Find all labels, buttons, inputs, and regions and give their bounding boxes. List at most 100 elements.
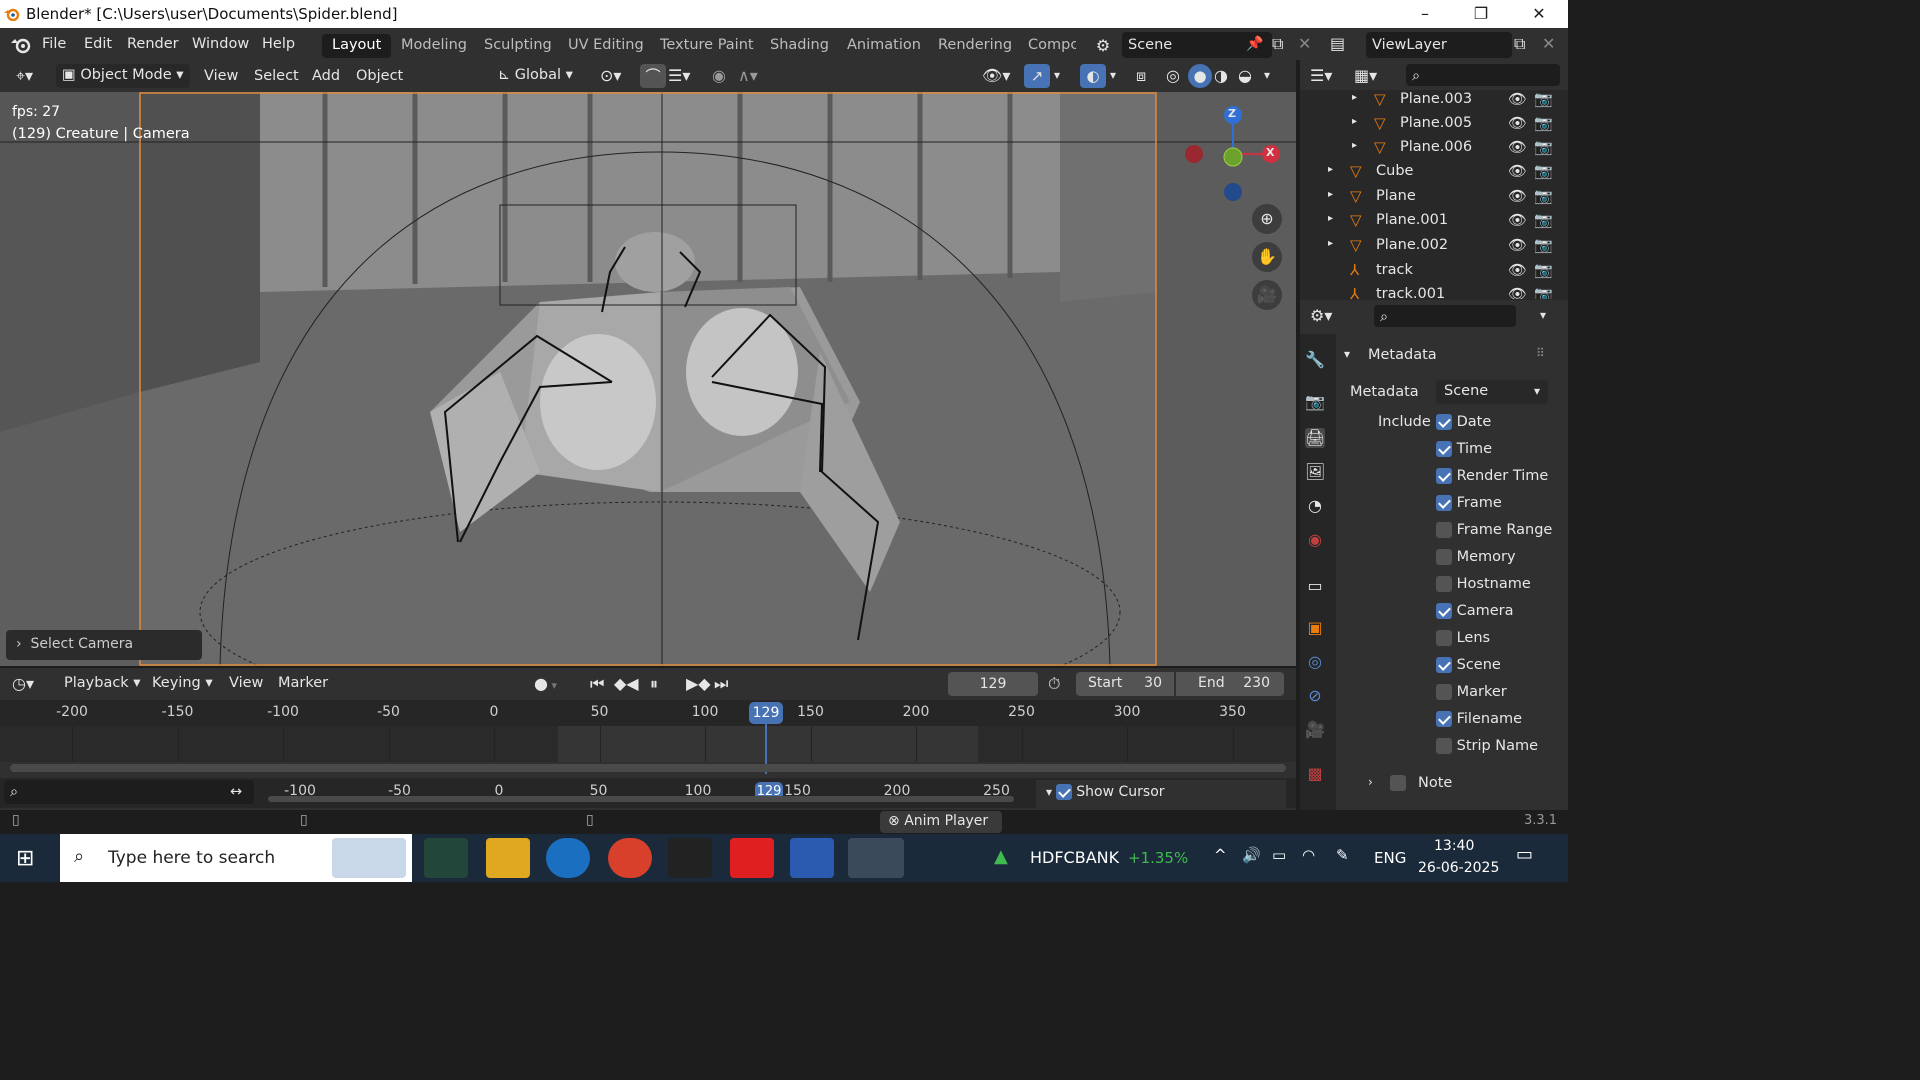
taskbar-search-box[interactable]: ⌕ Type here to search (60, 834, 412, 882)
next-keyframe-icon[interactable]: ▶◆ (686, 674, 711, 693)
eye-icon[interactable]: 👁 (1508, 114, 1527, 132)
zoom-icon[interactable]: ⊕ (1252, 204, 1282, 234)
menu-file[interactable]: File (42, 36, 66, 52)
lower-scrollbar[interactable] (268, 796, 1014, 802)
data-tab-icon[interactable]: 🎥 (1305, 720, 1325, 740)
blender-menu-icon[interactable] (10, 35, 32, 55)
close-window-button[interactable]: ✕ (1510, 0, 1568, 28)
blender-taskbar-icon[interactable] (848, 838, 904, 878)
chevron-right-icon[interactable]: ▸ (1328, 189, 1333, 200)
timeline-filter-input[interactable]: ⌕ ↔ (4, 780, 254, 804)
include-checkbox[interactable] (1436, 522, 1452, 538)
prev-keyframe-icon[interactable]: ◆◀ (614, 674, 639, 693)
outliner-row[interactable]: ▸ ▽ Plane 👁 📷 (1300, 185, 1560, 209)
show-cursor-option[interactable]: ▾ Show Cursor (1036, 780, 1286, 808)
start-frame-field[interactable]: Start 30 (1076, 672, 1174, 696)
pen-icon[interactable]: ✎ (1336, 846, 1349, 864)
camera-render-icon[interactable]: 📷 (1534, 211, 1553, 229)
constraints-tab-icon[interactable]: ⊘ (1305, 686, 1325, 706)
include-checkbox[interactable] (1436, 549, 1452, 565)
include-checkbox[interactable] (1436, 657, 1452, 673)
timeline-menu-keying[interactable]: Keying ▾ (152, 675, 213, 691)
chevron-right-icon[interactable]: ▸ (1328, 238, 1333, 249)
include-checkbox[interactable] (1436, 468, 1452, 484)
outliner-row[interactable]: ▸ ▽ Plane.005 👁 📷 (1300, 112, 1560, 136)
camera-render-icon[interactable]: 📷 (1534, 114, 1553, 132)
scene-tab-icon[interactable]: ◔ (1305, 496, 1325, 516)
include-option[interactable]: Strip Name (1436, 738, 1556, 760)
tray-chevron-up-icon[interactable]: ^ (1214, 846, 1227, 864)
minimize-button[interactable]: – (1396, 0, 1454, 28)
view-layer-tab-icon[interactable]: 🖼 (1305, 462, 1325, 482)
close-icon[interactable]: ⊗ (888, 813, 904, 829)
include-option[interactable]: Scene (1436, 657, 1556, 679)
jump-start-icon[interactable]: ⏮ (590, 674, 604, 694)
3d-viewport[interactable]: fps: 27 (129) Creature | Camera › Select… (0, 92, 1296, 666)
outliner-search-input[interactable]: ⌕ (1406, 64, 1560, 86)
chevron-down-icon[interactable]: ▾ (1110, 68, 1116, 82)
world-tab-icon[interactable]: ◉ (1305, 530, 1325, 550)
timeline-menu-marker[interactable]: Marker (278, 675, 328, 691)
tab-texture-paint[interactable]: Texture Paint (650, 34, 764, 58)
tab-uv-editing[interactable]: UV Editing (558, 34, 654, 58)
camera-render-icon[interactable]: 📷 (1534, 138, 1553, 156)
include-checkbox[interactable] (1436, 630, 1452, 646)
menu-help[interactable]: Help (262, 36, 295, 52)
record-icon[interactable]: ● ▾ (534, 674, 557, 693)
tab-animation[interactable]: Animation (837, 34, 931, 58)
snap-target-icon[interactable]: ☰▾ (668, 66, 690, 85)
rendered-shading-icon[interactable]: ◒ (1238, 66, 1252, 85)
include-checkbox[interactable] (1436, 414, 1452, 430)
language-indicator[interactable]: ENG (1374, 849, 1406, 867)
viewport-menu-add[interactable]: Add (312, 68, 340, 84)
eye-icon[interactable]: 👁 (1508, 90, 1527, 108)
tab-layout[interactable]: Layout (322, 34, 392, 58)
material-shading-icon[interactable]: ◑ (1214, 66, 1228, 85)
jump-end-icon[interactable]: ⏭ (714, 674, 728, 694)
include-checkbox[interactable] (1436, 576, 1452, 592)
battery-icon[interactable]: ▭ (1272, 846, 1286, 864)
include-checkbox[interactable] (1436, 711, 1452, 727)
show-cursor-checkbox[interactable] (1055, 784, 1072, 800)
mode-dropdown[interactable]: ▣ Object Mode ▾ (56, 64, 190, 88)
new-scene-icon[interactable]: ⧉ (1272, 34, 1283, 54)
visibility-icon[interactable]: 👁▾ (982, 66, 1010, 85)
include-checkbox[interactable] (1436, 495, 1452, 511)
eye-icon[interactable]: 👁 (1508, 187, 1527, 205)
chevron-right-icon[interactable]: ▸ (1352, 92, 1357, 103)
swap-arrows-icon[interactable]: ↔ (230, 780, 242, 804)
windows-start-icon[interactable]: ⊞ (16, 846, 34, 871)
include-option[interactable]: Lens (1436, 630, 1556, 652)
pan-hand-icon[interactable]: ✋ (1252, 242, 1282, 272)
collection-tab-icon[interactable]: ▭ (1305, 576, 1325, 596)
chatgpt-app-icon[interactable] (424, 838, 468, 878)
tab-modeling[interactable]: Modeling (391, 34, 477, 58)
camera-render-icon[interactable]: 📷 (1534, 90, 1553, 108)
viewlayer-selector-icon[interactable]: ▤ (1330, 34, 1345, 53)
tab-compositing[interactable]: Compc (1018, 34, 1076, 58)
current-frame-field[interactable]: 129 (948, 672, 1038, 696)
wireframe-shading-icon[interactable]: ◎ (1166, 66, 1180, 85)
tab-sculpting[interactable]: Sculpting (474, 34, 562, 58)
include-checkbox[interactable] (1436, 738, 1452, 754)
clock-time[interactable]: 13:40 (1434, 838, 1474, 854)
object-tab-icon[interactable]: ▣ (1305, 618, 1325, 638)
pin-icon[interactable]: 📌 (1246, 36, 1263, 52)
include-checkbox[interactable] (1436, 684, 1452, 700)
properties-editor-icon[interactable]: ⚙▾ (1310, 306, 1332, 325)
volume-icon[interactable]: 🔊 (1242, 846, 1261, 864)
include-option[interactable]: Camera (1436, 603, 1556, 625)
include-checkbox[interactable] (1436, 441, 1452, 457)
network-icon[interactable]: ◠ (1302, 846, 1315, 864)
menu-edit[interactable]: Edit (84, 36, 112, 52)
physics-tab-icon[interactable]: ◎ (1305, 652, 1325, 672)
clock-date[interactable]: 26-06-2025 (1418, 860, 1499, 876)
file-explorer-icon[interactable] (486, 838, 530, 878)
editor-type-icon[interactable]: ⌖▾ (16, 66, 33, 86)
stock-name[interactable]: HDFCBANK (1030, 848, 1119, 867)
anim-player-notice[interactable]: ⊗ Anim Player (880, 811, 1002, 833)
camera-render-icon[interactable]: 📷 (1534, 285, 1553, 299)
delete-viewlayer-icon[interactable]: ✕ (1542, 34, 1555, 53)
display-mode-icon[interactable]: ▦▾ (1354, 66, 1377, 85)
proportional-edit-icon[interactable]: ◉ (712, 66, 726, 85)
